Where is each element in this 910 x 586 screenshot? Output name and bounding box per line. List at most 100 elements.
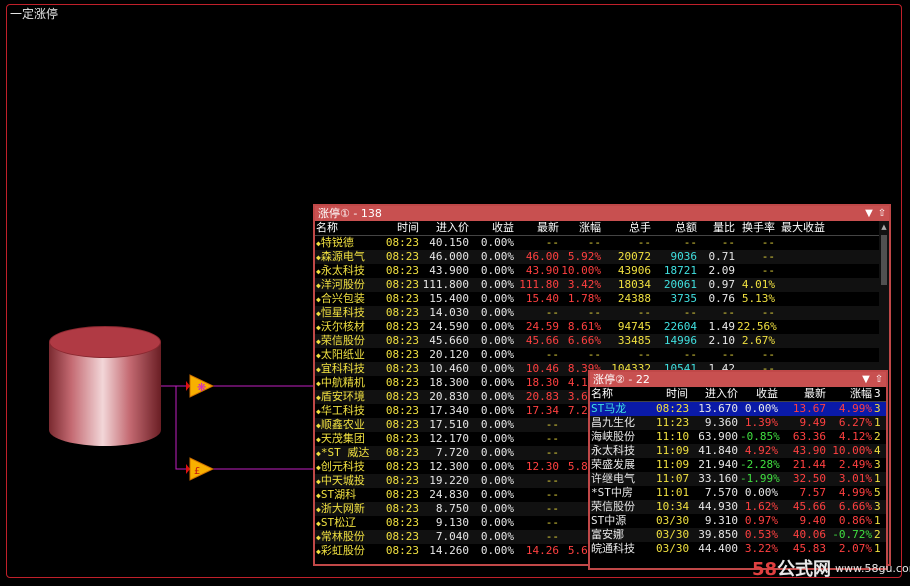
column-header[interactable]: 进入价 — [421, 221, 471, 235]
column-header[interactable]: 涨幅 — [828, 387, 874, 401]
table-row[interactable]: 永太科技 11:09 41.840 4.92% 43.90 10.00% 4 — [590, 444, 886, 458]
table-row[interactable]: 皖通科技 03/30 44.400 3.22% 45.83 2.07% 1 — [590, 542, 886, 556]
table-cell: 40.06 — [792, 528, 826, 541]
column-header[interactable]: 收益 — [740, 387, 780, 401]
table-cell: 14.26 — [525, 544, 559, 557]
table-row[interactable]: ◆太阳纸业 08:23 20.120 0.00% -- -- -- -- -- -- — [315, 348, 889, 362]
table-cell: 39.850 — [698, 528, 738, 541]
column-header[interactable]: 最大收益 — [777, 221, 827, 235]
table-cell: 0.00% — [480, 516, 514, 529]
limit-up-window-2[interactable]: 涨停② - 22 ▼ ⇧ 名称 时间 进入价 收益 最新 涨幅 3 ST马龙 08:23 13.6… — [588, 370, 888, 570]
pin-icon[interactable]: ⇧ — [873, 372, 885, 387]
column-header[interactable]: 涨幅 — [561, 221, 603, 235]
stock-name-cell: ◆太阳纸业 — [316, 348, 365, 361]
table-cell: 11:01 — [656, 486, 690, 499]
table-row[interactable]: 许继电气 11:07 33.160 -1.99% 32.50 3.01% 1 — [590, 472, 886, 486]
table-cell: 08:23 — [385, 474, 419, 487]
table-row[interactable]: ST中源 03/30 9.310 0.97% 9.40 0.86% 1 — [590, 514, 886, 528]
table-cell: 20.83 — [525, 390, 559, 403]
stock-name-cell: ◆ST松辽 — [316, 516, 357, 529]
table-cell: 1.78% — [567, 292, 601, 305]
table-cell: 43.90 — [792, 444, 826, 457]
table-cell: 5.13% — [741, 292, 775, 305]
table-cell: 0.00% — [480, 460, 514, 473]
table-row[interactable]: 昌九生化 11:23 9.360 1.39% 9.49 6.27% 1 — [590, 416, 886, 430]
column-header[interactable]: 时间 — [385, 221, 421, 235]
stock-name-cell: ST马龙 — [591, 402, 627, 415]
table-cell: -2.28% — [740, 458, 780, 471]
column-header[interactable]: 量比 — [699, 221, 737, 235]
table-row[interactable]: ◆森源电气 08:23 46.000 0.00% 46.00 5.92% 20072 9036… — [315, 250, 889, 264]
table-cell: 111.80 — [519, 278, 559, 291]
stock-name-cell: ◆中航精机 — [316, 376, 365, 389]
window-1-title: 涨停① - 138 — [318, 207, 382, 220]
table-cell: 2 — [874, 430, 881, 443]
stock-name-cell: ◆森源电气 — [316, 250, 365, 263]
table-row[interactable]: 荣盛发展 11:09 21.940 -2.28% 21.44 2.49% 3 — [590, 458, 886, 472]
table-cell: -- — [587, 348, 601, 361]
column-header[interactable]: 总手 — [603, 221, 653, 235]
window-2-titlebar[interactable]: 涨停② - 22 ▼ ⇧ — [590, 372, 886, 387]
table-cell: 10.00% — [832, 444, 872, 457]
table-row[interactable]: *ST中房 11:01 7.570 0.00% 7.57 4.99% 5 — [590, 486, 886, 500]
table-cell: 4.99% — [838, 486, 872, 499]
table-row[interactable]: ◆洋河股份 08:23 111.800 0.00% 111.80 3.42% 18034 20… — [315, 278, 889, 292]
table-cell: 0.00% — [480, 418, 514, 431]
column-header[interactable]: 名称 — [590, 387, 656, 401]
table-cell — [777, 334, 827, 348]
table-row[interactable]: 富安娜 03/30 39.850 0.53% 40.06 -0.72% 2 — [590, 528, 886, 542]
table-row[interactable]: 荣信股份 10:34 44.930 1.62% 45.66 6.66% 3 — [590, 500, 886, 514]
table-row[interactable]: ST马龙 08:23 13.670 0.00% 13.67 4.99% 3 — [590, 402, 886, 416]
column-header[interactable]: 总额 — [653, 221, 699, 235]
column-header[interactable]: 换手率 — [737, 221, 777, 235]
table-cell: -- — [761, 264, 775, 277]
table-cell: 08:23 — [385, 376, 419, 389]
pin-icon[interactable]: ⇧ — [876, 206, 888, 221]
table-row[interactable]: 海峡股份 11:10 63.900 -0.85% 63.36 4.12% 2 — [590, 430, 886, 444]
column-header[interactable]: 最新 — [780, 387, 828, 401]
table-cell: 12.300 — [429, 460, 469, 473]
stock-name-cell: ◆特锐德 — [316, 236, 354, 249]
table-cell: 0.00% — [480, 544, 514, 557]
table-row[interactable]: ◆沃尔核材 08:23 24.590 0.00% 24.59 8.61% 94745 2260… — [315, 320, 889, 334]
table-cell: 0.00% — [480, 404, 514, 417]
filter-icon[interactable]: ▼ — [863, 206, 875, 221]
stock-name-cell: ST中源 — [591, 514, 627, 527]
table-cell — [777, 306, 827, 320]
column-header[interactable]: 名称 — [315, 221, 385, 235]
table-cell: 10.46 — [525, 362, 559, 375]
table-row[interactable]: ◆合兴包装 08:23 15.400 0.00% 15.40 1.78% 24388 3735… — [315, 292, 889, 306]
table-cell: 45.66 — [525, 334, 559, 347]
stock-name-cell: ◆创元科技 — [316, 460, 365, 473]
table-cell: 0.00% — [480, 446, 514, 459]
table-cell: -- — [545, 446, 559, 459]
table-cell: 94745 — [617, 320, 651, 333]
table-cell: 63.36 — [792, 430, 826, 443]
window-1-titlebar[interactable]: 涨停① - 138 ▼ ⇧ — [315, 206, 889, 221]
column-header[interactable]: 收益 — [471, 221, 516, 235]
column-header[interactable]: 3 — [874, 387, 882, 401]
table-cell: 14.030 — [429, 306, 469, 319]
column-header[interactable]: 最新 — [516, 221, 561, 235]
table-cell: 0.00% — [480, 474, 514, 487]
column-header[interactable]: 时间 — [656, 387, 690, 401]
table-row[interactable]: ◆永太科技 08:23 43.900 0.00% 43.90 10.00% 43906 187… — [315, 264, 889, 278]
table-cell: 33485 — [617, 334, 651, 347]
table-cell: 08:23 — [385, 544, 419, 557]
pound-triangle-icon[interactable]: £ — [189, 457, 215, 481]
table-row[interactable]: ◆恒星科技 08:23 14.030 0.00% -- -- -- -- -- -- — [315, 306, 889, 320]
table-cell: 9036 — [670, 250, 698, 263]
table-cell: 08:23 — [385, 390, 419, 403]
table-row[interactable]: ◆特锐德 08:23 40.150 0.00% -- -- -- -- -- -- — [315, 236, 889, 250]
stock-name-cell: *ST中房 — [591, 486, 633, 499]
table-cell: 3 — [874, 458, 881, 471]
table-cell: 14996 — [663, 334, 697, 347]
filter-icon[interactable]: ▼ — [860, 372, 872, 387]
svg-text:£: £ — [194, 466, 200, 477]
table-cell: -1.99% — [740, 472, 780, 485]
table-row[interactable]: ◆荣信股份 08:23 45.660 0.00% 45.66 6.66% 33485 1499… — [315, 334, 889, 348]
stock-name-cell: ◆顺鑫农业 — [316, 418, 365, 431]
star-triangle-icon[interactable]: ❋ — [189, 374, 215, 398]
column-header[interactable]: 进入价 — [690, 387, 740, 401]
stock-name-cell: ◆华工科技 — [316, 404, 365, 417]
